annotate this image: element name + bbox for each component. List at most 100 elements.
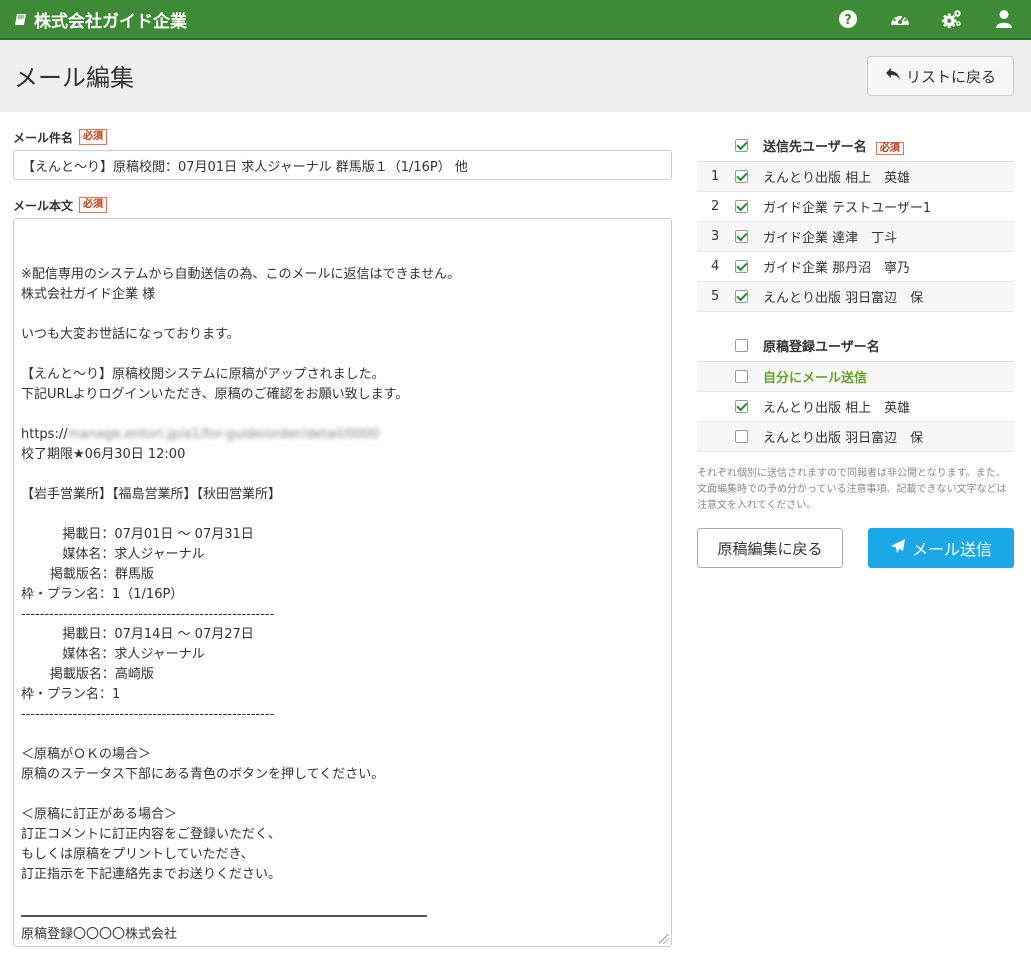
- top-navbar: 株式会社ガイド企業 ?: [0, 0, 1031, 40]
- mail-body-line: [21, 405, 664, 425]
- mail-body-line: 【岩手営業所】【福島営業所】【秋田営業所】: [21, 487, 282, 502]
- recipient-row[interactable]: 3 ガイド企業 達津 丁斗: [697, 222, 1014, 252]
- blurred-url: manage.entori.jp/a1/for-guide/order/deta…: [67, 427, 380, 442]
- self-send-checkbox[interactable]: [735, 370, 748, 383]
- mail-body-line: 媒体名：求人ジャーナル: [21, 547, 205, 562]
- page-title: メール編集: [14, 64, 134, 92]
- mail-body-line: 掲載日：07月01日 〜 07月31日: [21, 527, 254, 542]
- recipients-header: 送信先ユーザー名 必須: [697, 130, 1014, 162]
- recipients-header-label: 送信先ユーザー名 必須: [763, 136, 1014, 156]
- mail-body-line: 枠・プラン名：1: [21, 687, 121, 702]
- paper-plane-icon: [890, 538, 906, 558]
- self-send-label: 自分にメール送信: [763, 371, 868, 386]
- mail-body-line: 枠・プラン名：1（1/16P）: [21, 587, 184, 602]
- mail-body-line: 【えんと～り】原稿校閲システムに原稿がアップされました。: [21, 367, 385, 382]
- recipient-name: ガイド企業 那丹沼 寧乃: [763, 261, 911, 276]
- mail-body-line: [21, 505, 664, 525]
- subject-label: メール件名: [13, 130, 74, 145]
- mail-body-line: [21, 465, 664, 485]
- mail-body-line: [21, 785, 664, 805]
- recipient-number: 2: [711, 199, 720, 214]
- mail-body-line: [21, 305, 664, 325]
- book-icon: [14, 12, 28, 26]
- recipient-checkbox[interactable]: [735, 260, 748, 273]
- brand[interactable]: 株式会社ガイド企業: [14, 7, 187, 32]
- mail-body-line: [21, 345, 664, 365]
- body-label-row: メール本文 必須: [13, 196, 672, 214]
- user-icon[interactable]: [993, 8, 1015, 30]
- body-label: メール本文: [13, 198, 74, 213]
- back-to-list-label: リストに戻る: [905, 67, 996, 86]
- self-send-row[interactable]: 自分にメール送信: [697, 362, 1014, 392]
- send-mail-label: メール送信: [911, 540, 992, 559]
- dashboard-icon[interactable]: [889, 8, 911, 30]
- subject-input[interactable]: 【えんと～り】原稿校閲：07月01日 求人ジャーナル 群馬版１（1/16P） 他: [13, 150, 672, 180]
- page-header: メール編集 リストに戻る: [0, 40, 1031, 112]
- recipient-row[interactable]: 4 ガイド企業 那丹沼 寧乃: [697, 252, 1014, 282]
- recipient-number: 3: [711, 229, 720, 244]
- registrant-checkbox[interactable]: [735, 400, 748, 413]
- recipient-checkbox[interactable]: [735, 290, 748, 303]
- recipient-name: えんとり出版 羽日富辺 保: [763, 291, 924, 306]
- recipient-name: えんとり出版 相上 英雄: [763, 171, 911, 186]
- recipient-number: 1: [711, 169, 720, 184]
- mail-body-line: 掲載日：07月14日 〜 07月27日: [21, 627, 254, 642]
- mail-body-line: 原稿のステータス下部にある青色のボタンを押してください。: [21, 767, 385, 782]
- registrant-row[interactable]: えんとり出版 相上 英雄: [697, 392, 1014, 422]
- recipient-name: ガイド企業 達津 丁斗: [763, 231, 898, 246]
- resize-grip-icon[interactable]: [659, 934, 669, 944]
- mail-body-line: ＜原稿に訂正がある場合＞: [21, 807, 178, 822]
- recipient-checkbox[interactable]: [735, 200, 748, 213]
- recipient-checkbox[interactable]: [735, 170, 748, 183]
- mail-body-line: 掲載版名：群馬版: [21, 567, 154, 582]
- send-mail-button[interactable]: メール送信: [868, 528, 1014, 568]
- mail-body-line: TEL.000-0000-0000: [21, 945, 664, 946]
- recipient-number: 5: [711, 289, 720, 304]
- mail-body-line: 訂正コメントに訂正内容をご登録いただく、: [21, 827, 282, 842]
- svg-text:?: ?: [844, 13, 852, 28]
- subject-label-row: メール件名 必須: [13, 128, 672, 146]
- registrant-name: えんとり出版 相上 英雄: [763, 401, 911, 416]
- signature-rule: [21, 905, 664, 925]
- registrants-select-all-checkbox[interactable]: [735, 339, 748, 352]
- mail-body-line: 株式会社ガイド企業 様: [21, 287, 156, 302]
- mail-body-line: 訂正指示を下記連絡先までお送りください。: [21, 867, 282, 882]
- recipient-name: ガイド企業 テストユーザー1: [763, 201, 932, 216]
- recipient-row[interactable]: 2 ガイド企業 テストユーザー1: [697, 192, 1014, 222]
- recipients-select-all-checkbox[interactable]: [735, 139, 748, 152]
- mail-body-line: ※配信専用のシステムから自動送信の為、このメールに返信はできません。: [21, 267, 461, 282]
- mail-body-line: もしくは原稿をプリントしていただき、: [21, 847, 254, 862]
- mail-body-line: 原稿登録〇〇〇〇株式会社: [21, 927, 178, 942]
- recipient-panel: 送信先ユーザー名 必須 1 えんとり出版 相上 英雄 2 ガイド企業 テストユーザー1…: [697, 130, 1014, 568]
- question-icon[interactable]: ?: [837, 8, 859, 30]
- mail-body-line: 校了期限★06月30日 12:00: [21, 447, 186, 462]
- mail-body-line: https://manage.entori.jp/a1/for-guide/or…: [21, 427, 380, 442]
- recipient-number: 4: [711, 259, 720, 274]
- registrant-row[interactable]: えんとり出版 羽日富辺 保: [697, 422, 1014, 452]
- registrants-header-label: 原稿登録ユーザー名: [763, 340, 880, 355]
- mail-body-line: 掲載版名：高崎版: [21, 667, 154, 682]
- recipient-row[interactable]: 5 えんとり出版 羽日富辺 保: [697, 282, 1014, 312]
- mail-form: メール件名 必須 【えんと～り】原稿校閲：07月01日 求人ジャーナル 群馬版１…: [13, 128, 672, 947]
- recipient-checkbox[interactable]: [735, 230, 748, 243]
- recipient-row[interactable]: 1 えんとり出版 相上 英雄: [697, 162, 1014, 192]
- privacy-note: それぞれ個別に送信されますので同報者は非公開となります。また、文面編集時での予め…: [697, 468, 1007, 511]
- back-to-edit-button[interactable]: 原稿編集に戻る: [697, 528, 843, 568]
- mail-body-line: ----------------------------------------…: [21, 707, 275, 722]
- registrant-name: えんとり出版 羽日富辺 保: [763, 431, 924, 446]
- mail-body-line: いつも大変お世話になっております。: [21, 327, 240, 342]
- mail-body-line: [21, 725, 664, 745]
- settings-icon[interactable]: [941, 8, 963, 30]
- back-to-list-button[interactable]: リストに戻る: [867, 56, 1014, 96]
- mail-body-line: [21, 885, 664, 905]
- required-badge: 必須: [79, 129, 108, 145]
- mail-body-line: 下記URLよりログインいただき、原稿のご確認をお願い致します。: [21, 387, 409, 402]
- required-badge: 必須: [79, 197, 108, 213]
- mail-body-line: ＜原稿がＯＫの場合＞: [21, 747, 152, 762]
- registrant-checkbox[interactable]: [735, 430, 748, 443]
- app-title: 株式会社ガイド企業: [34, 11, 187, 32]
- mail-body-line: 媒体名：求人ジャーナル: [21, 647, 205, 662]
- mail-body-line: ----------------------------------------…: [21, 607, 275, 622]
- mail-body-textarea[interactable]: ※配信専用のシステムから自動送信の為、このメールに返信はできません。 株式会社ガイ…: [13, 218, 672, 947]
- required-badge: 必須: [875, 141, 904, 155]
